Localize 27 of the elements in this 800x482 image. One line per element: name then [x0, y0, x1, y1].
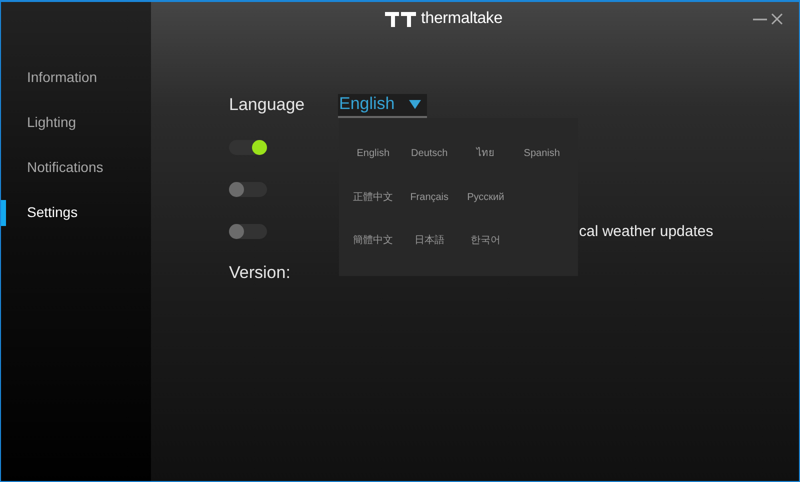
language-option[interactable]: 正體中文 [351, 186, 396, 210]
brand-name: thermaltake [421, 10, 502, 28]
toggle-switch[interactable] [229, 182, 267, 196]
language-option[interactable]: 日本語 [412, 229, 446, 253]
language-option[interactable]: Français [408, 186, 451, 210]
minimize-icon[interactable] [753, 18, 767, 20]
version-label: Version: [229, 263, 292, 283]
language-option[interactable]: Русский [465, 186, 506, 210]
logo-icon [385, 12, 416, 26]
language-label: Language [229, 95, 306, 115]
language-option[interactable]: 한국어 [468, 229, 503, 253]
language-option[interactable]: 簡體中文 [351, 229, 396, 253]
language-dropdown[interactable]: English [338, 94, 427, 118]
close-icon[interactable] [771, 13, 783, 25]
setting-label: cal weather updates [579, 222, 714, 240]
sidebar-item[interactable]: Settings [1, 189, 151, 234]
language-option[interactable]: Deutsch [409, 142, 450, 166]
toggle-switch[interactable] [229, 140, 267, 154]
sidebar-item[interactable]: Notifications [1, 144, 151, 189]
caret-icon [408, 100, 421, 108]
selection-indicator [1, 200, 6, 226]
language-option[interactable]: English [354, 142, 392, 166]
sidebar-item[interactable]: Information [1, 54, 151, 99]
toggle-switch[interactable] [229, 224, 267, 238]
language-option[interactable]: Spanish [522, 142, 562, 166]
language-option[interactable]: ไทย [474, 142, 497, 166]
sidebar-item[interactable]: Lighting [1, 99, 151, 144]
